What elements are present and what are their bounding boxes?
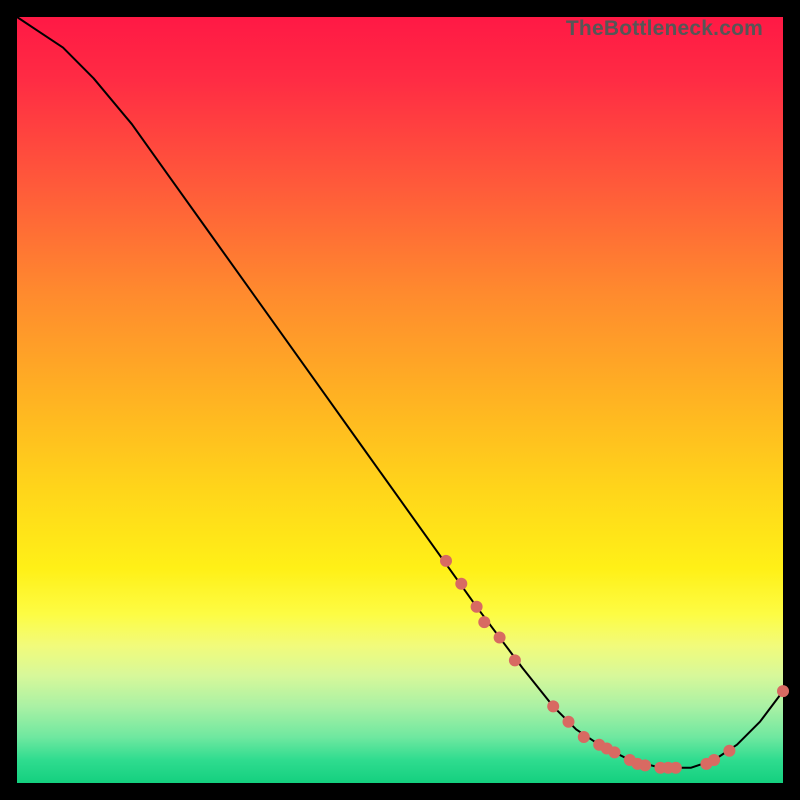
chart-svg <box>17 17 783 783</box>
data-marker <box>609 746 621 758</box>
data-marker <box>455 578 467 590</box>
curve-line <box>17 17 783 768</box>
data-marker <box>578 731 590 743</box>
data-marker <box>670 762 682 774</box>
data-marker <box>471 601 483 613</box>
data-marker <box>639 759 651 771</box>
data-marker <box>478 616 490 628</box>
data-marker <box>509 654 521 666</box>
data-marker <box>547 700 559 712</box>
data-marker <box>440 555 452 567</box>
data-marker <box>563 716 575 728</box>
marker-group <box>440 555 789 774</box>
plot-area: TheBottleneck.com <box>17 17 783 783</box>
chart-frame: TheBottleneck.com <box>0 0 800 800</box>
data-marker <box>777 685 789 697</box>
data-marker <box>494 632 506 644</box>
data-marker <box>723 745 735 757</box>
data-marker <box>708 754 720 766</box>
